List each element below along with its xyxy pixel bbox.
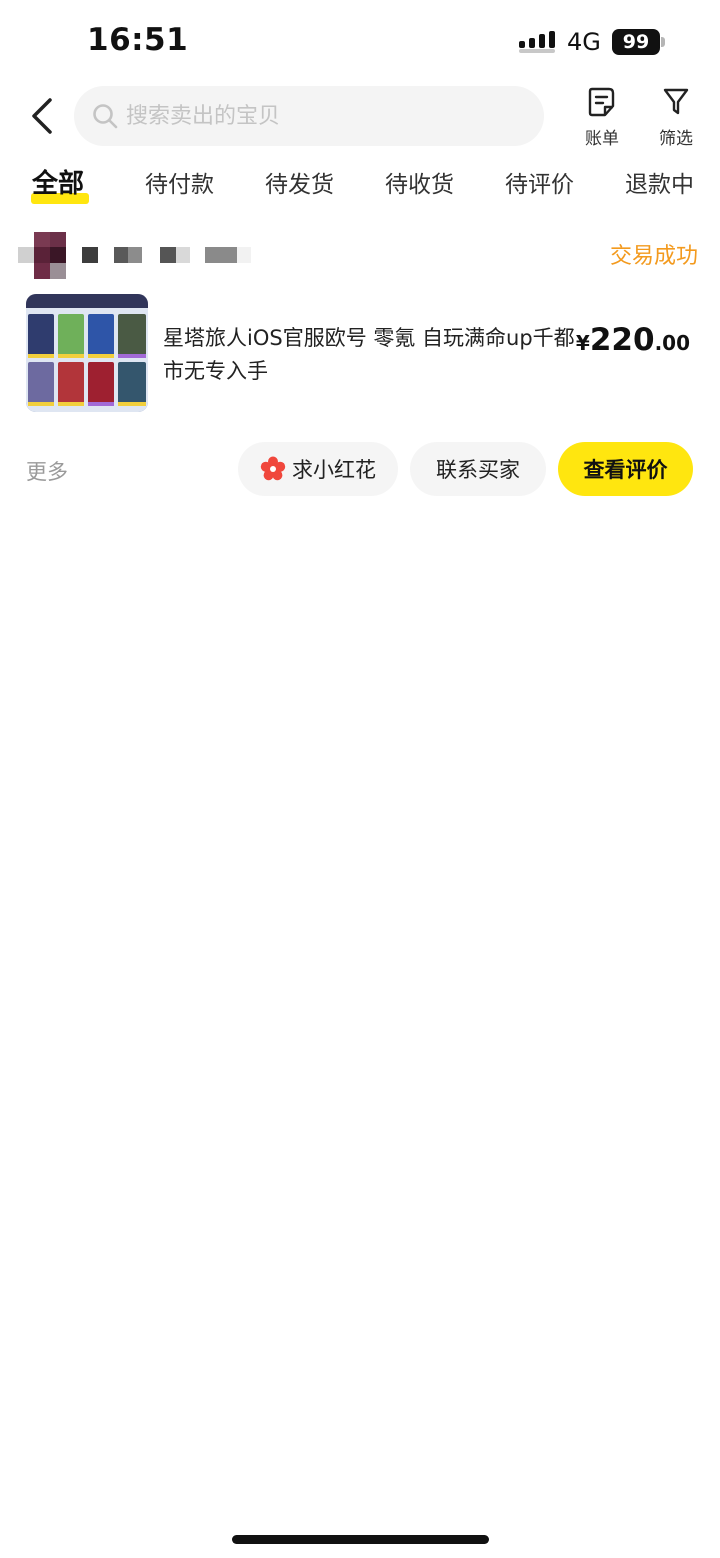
order-header: 交易成功 (18, 232, 698, 280)
tab-pending-payment[interactable]: 待付款 (145, 165, 214, 199)
contact-buyer-label: 联系买家 (436, 458, 520, 482)
search-icon (93, 104, 118, 129)
order-tabs: 全部 待付款 待发货 待收货 待评价 退款中 (0, 165, 720, 215)
filter-button[interactable]: 筛选 (648, 86, 704, 150)
tab-refunding[interactable]: 退款中 (625, 165, 694, 199)
more-button[interactable]: 更多 (26, 456, 68, 486)
bill-label: 账单 (585, 129, 619, 149)
request-flower-button[interactable]: 求小红花 (238, 442, 398, 496)
buyer-name-pixelated[interactable] (18, 232, 258, 280)
cellular-signal-icon (519, 31, 555, 53)
home-indicator[interactable] (232, 1535, 489, 1544)
search-input[interactable] (126, 86, 526, 146)
back-button[interactable] (24, 96, 64, 136)
tab-pending-review[interactable]: 待评价 (505, 165, 574, 199)
filter-label: 筛选 (659, 129, 693, 149)
filter-icon (663, 88, 689, 115)
price-decimal: .00 (654, 331, 690, 355)
network-type: 4G (567, 28, 601, 56)
product-title[interactable]: 星塔旅人iOS官服欧号 零氪 自玩满命up千都市无专入手 (163, 322, 583, 388)
chevron-left-icon (32, 98, 52, 134)
battery-level: 99 (612, 29, 660, 55)
product-thumbnail[interactable] (26, 294, 148, 412)
battery-icon: 99 (612, 29, 666, 55)
view-review-button[interactable]: 查看评价 (558, 442, 693, 496)
product-row[interactable]: 星塔旅人iOS官服欧号 零氪 自玩满命up千都市无专入手 ¥220.00 (26, 294, 696, 414)
status-bar: 16:51 4G 99 (0, 0, 720, 80)
tab-all[interactable]: 全部 (32, 163, 84, 200)
order-actions: 更多 求小红花 联系买家 查看评价 (26, 442, 696, 496)
request-flower-label: 求小红花 (292, 458, 376, 482)
price-currency: ¥ (575, 331, 590, 355)
product-price: ¥220.00 (576, 322, 690, 358)
tab-pending-receipt[interactable]: 待收货 (385, 165, 454, 199)
sold-items-page: 16:51 4G 99 账单 (0, 0, 720, 1558)
bill-icon (588, 87, 615, 117)
tab-pending-shipment[interactable]: 待发货 (265, 165, 334, 199)
contact-buyer-button[interactable]: 联系买家 (410, 442, 546, 496)
character-cards-image (26, 294, 148, 412)
order-status: 交易成功 (609, 244, 698, 269)
search-bar[interactable] (74, 86, 544, 146)
flower-icon (260, 456, 286, 481)
view-review-label: 查看评价 (583, 458, 668, 482)
bill-button[interactable]: 账单 (574, 86, 630, 150)
price-integer: 220 (589, 322, 655, 358)
battery-tip (661, 37, 665, 47)
status-time: 16:51 (87, 22, 189, 58)
